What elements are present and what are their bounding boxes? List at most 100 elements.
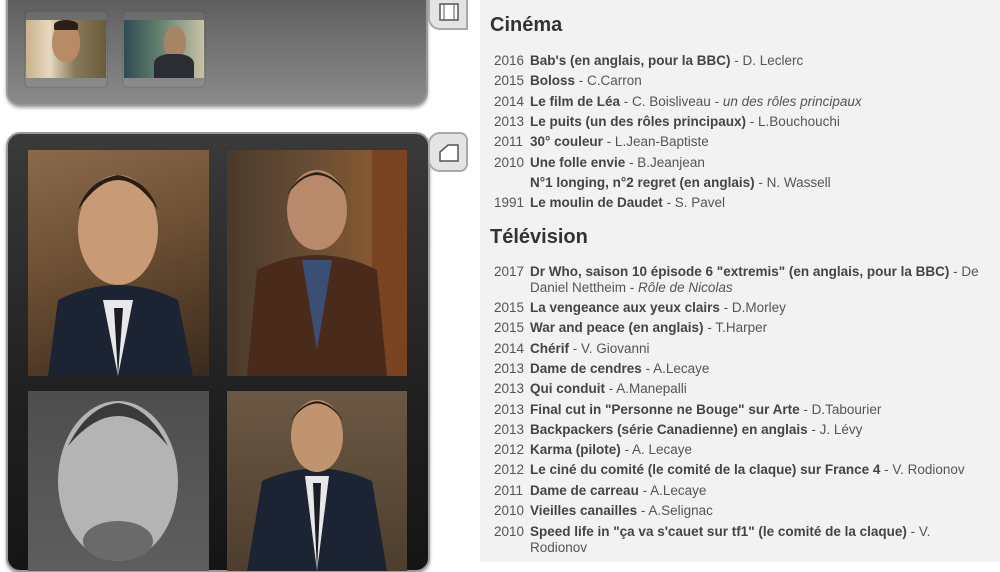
television-entry: 2013 Dame de cendres - A.Lecaye bbox=[494, 361, 994, 377]
cinema-entry: 2016 Bab's (en anglais, pour la BBC) - D.… bbox=[494, 53, 994, 69]
cinema-entry: 2014 Le film de Léa - C. Boisliveau - un … bbox=[494, 94, 994, 110]
entry-year: 2013 bbox=[494, 361, 525, 376]
entry-year: 2017 bbox=[494, 264, 525, 279]
television-entry: 2014 Chérif - V. Giovanni bbox=[494, 341, 994, 357]
entry-title: War and peace (en anglais) bbox=[530, 320, 704, 335]
filmography-panel: Cinéma 2016 Bab's (en anglais, pour la BB… bbox=[480, 0, 1000, 562]
entry-director: - C.Carron bbox=[575, 73, 642, 88]
entry-title: Speed life in "ça va s'cauet sur tf1" (l… bbox=[530, 524, 907, 539]
television-entry: 2013 Qui conduit - A.Manepalli bbox=[494, 381, 994, 397]
cinema-entry: 2015 Boloss - C.Carron bbox=[494, 73, 994, 89]
entry-director: - C. Boisliveau - bbox=[620, 94, 723, 109]
entry-year: 2012 bbox=[494, 462, 525, 477]
entry-title: Qui conduit bbox=[530, 381, 605, 396]
entry-year: 2010 bbox=[494, 155, 525, 170]
entry-title: Le ciné du comité (le comité de la claqu… bbox=[530, 462, 881, 477]
entry-title: Vieilles canailles bbox=[530, 503, 638, 518]
entry-director: - V. bbox=[906, 524, 931, 539]
cinema-entry: 2010 Une folle envie - B.Jeanjean bbox=[494, 155, 994, 171]
entry-director: - S. Pavel bbox=[662, 195, 726, 210]
entry-year: 2016 bbox=[494, 53, 525, 68]
portrait-photo-2[interactable] bbox=[227, 150, 407, 376]
entry-title: Karma (pilote) bbox=[530, 442, 621, 457]
television-entry: 2015 La vengeance aux yeux clairs - D.Mor… bbox=[494, 300, 994, 316]
entry-year: 2015 bbox=[494, 300, 525, 315]
entry-title: Le film de Léa bbox=[530, 94, 621, 109]
video-frame bbox=[26, 20, 106, 78]
entry-director: - L.Bouchouchi bbox=[746, 114, 840, 129]
entry-director: - D.Tabourier bbox=[799, 402, 882, 417]
entry-year: 2013 bbox=[494, 381, 525, 396]
entry-director-cont: Daniel Nettheim - bbox=[530, 280, 639, 295]
entry-title: La vengeance aux yeux clairs bbox=[530, 300, 720, 315]
entry-year: 2010 bbox=[494, 524, 525, 539]
entry-title: Final cut in "Personne ne Bouge" sur Art… bbox=[530, 402, 800, 417]
video-frame bbox=[124, 20, 204, 78]
entry-year: 2012 bbox=[494, 442, 525, 457]
entry-year: 2013 bbox=[494, 114, 525, 129]
television-entry: 2013 Final cut in "Personne ne Bouge" sur… bbox=[494, 402, 994, 418]
entry-year: 2011 bbox=[494, 483, 524, 498]
entry-director: - A.Lecaye bbox=[641, 361, 710, 376]
entry-note: Rôle de Nicolas bbox=[638, 280, 733, 295]
entry-title: Dame de carreau bbox=[530, 483, 639, 498]
film-strip-icon bbox=[439, 3, 459, 21]
television-entry: 2017 Dr Who, saison 10 épisode 6 "extremi… bbox=[494, 264, 994, 296]
entry-title: Chérif bbox=[530, 341, 570, 356]
entry-director: - D. Leclerc bbox=[730, 53, 804, 68]
portrait-photo-3[interactable] bbox=[28, 391, 209, 571]
video-tab[interactable] bbox=[428, 0, 468, 30]
television-entry: 2015 War and peace (en anglais) - T.Harpe… bbox=[494, 320, 994, 336]
television-entry: 2011 Dame de carreau - A.Lecaye bbox=[494, 483, 994, 499]
entry-title: Boloss bbox=[530, 73, 576, 88]
photo-tab[interactable] bbox=[428, 132, 468, 172]
entry-year: 2015 bbox=[494, 73, 525, 88]
entry-title: Dame de cendres bbox=[530, 361, 642, 376]
entry-director: - L.Jean-Baptiste bbox=[602, 134, 709, 149]
entry-title: Dr Who, saison 10 épisode 6 "extremis" (… bbox=[530, 264, 950, 279]
entry-director-cont: Rodionov bbox=[530, 540, 588, 555]
entry-director: - A.Selignac bbox=[637, 503, 713, 518]
cinema-heading: Cinéma bbox=[490, 14, 563, 36]
entry-year: 2014 bbox=[494, 94, 525, 109]
cinema-entry: 2013 Le puits (un des rôles principaux) -… bbox=[494, 114, 994, 130]
entry-director: - A. Lecaye bbox=[620, 442, 693, 457]
video-thumbnail-1[interactable] bbox=[24, 10, 108, 88]
entry-title: 30° couleur bbox=[530, 134, 603, 149]
television-entry: 2010 Vieilles canailles - A.Selignac bbox=[494, 503, 994, 519]
television-entry: 2013 Backpackers (série Canadienne) en an… bbox=[494, 422, 994, 438]
entry-year: 2011 bbox=[494, 134, 524, 149]
portrait-photo-1[interactable] bbox=[28, 150, 209, 376]
entry-director: - V. Rodionov bbox=[880, 462, 965, 477]
cinema-entry: 2011 30° couleur - L.Jean-Baptiste bbox=[494, 134, 994, 150]
cinema-entry: N°1 longing, n°2 regret (en anglais) - N… bbox=[494, 175, 994, 191]
entry-director: - A.Lecaye bbox=[638, 483, 707, 498]
entry-year: 2010 bbox=[494, 503, 525, 518]
entry-director: - J. Lévy bbox=[807, 422, 863, 437]
photo-stack-icon bbox=[439, 144, 459, 162]
television-entry: 2012 Le ciné du comité (le comité de la c… bbox=[494, 462, 994, 478]
entry-director: - V. Giovanni bbox=[569, 341, 650, 356]
entry-title: Une folle envie bbox=[530, 155, 626, 170]
entry-year: 2013 bbox=[494, 402, 525, 417]
entry-title: Le puits (un des rôles principaux) bbox=[530, 114, 747, 129]
entry-director: - T.Harper bbox=[703, 320, 768, 335]
television-entry: 2012 Karma (pilote) - A. Lecaye bbox=[494, 442, 994, 458]
entry-title: Le moulin de Daudet bbox=[530, 195, 663, 210]
entry-title: N°1 longing, n°2 regret (en anglais) bbox=[530, 175, 755, 190]
entry-director: - N. Wassell bbox=[754, 175, 831, 190]
cinema-entry: 1991 Le moulin de Daudet - S. Pavel bbox=[494, 195, 994, 211]
entry-director: - De bbox=[949, 264, 979, 279]
television-entry: 2010 Speed life in "ça va s'cauet sur tf1… bbox=[494, 524, 994, 556]
portrait-photo-4[interactable] bbox=[227, 391, 407, 571]
entry-year: 2013 bbox=[494, 422, 525, 437]
video-thumbnail-2[interactable] bbox=[122, 10, 206, 88]
entry-title: Backpackers (série Canadienne) en anglai… bbox=[530, 422, 808, 437]
entry-director: - A.Manepalli bbox=[605, 381, 687, 396]
entry-year: 2014 bbox=[494, 341, 525, 356]
television-heading: Télévision bbox=[490, 226, 588, 248]
entry-year: 2015 bbox=[494, 320, 525, 335]
entry-year: 1991 bbox=[494, 195, 525, 210]
entry-note: un des rôles principaux bbox=[722, 94, 862, 109]
entry-title: Bab's (en anglais, pour la BBC) bbox=[530, 53, 731, 68]
